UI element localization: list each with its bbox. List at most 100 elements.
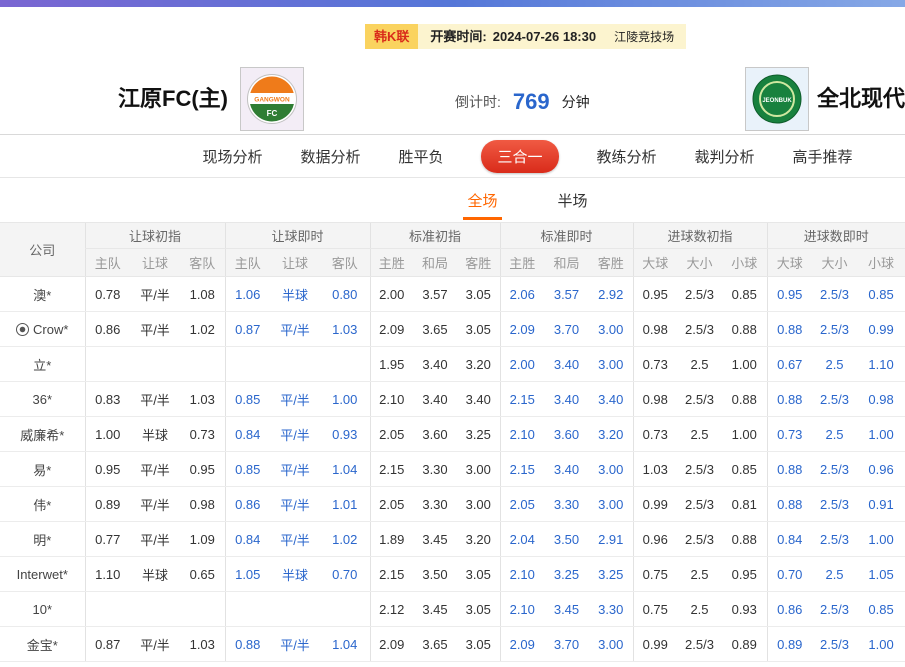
odds-cell: 2.10 <box>500 557 544 592</box>
odds-cell: 1.00 <box>722 417 767 452</box>
company-cell[interactable]: Interwet* <box>0 557 85 592</box>
odds-cell: 0.98 <box>180 487 225 522</box>
nav-tabs: 现场分析 数据分析 胜平负 三合一 教练分析 裁判分析 高手推荐 <box>0 135 905 178</box>
odds-cell: 3.25 <box>589 557 633 592</box>
company-cell[interactable]: 立* <box>0 347 85 382</box>
odds-cell: 2.5/3 <box>677 312 722 347</box>
odds-cell: 2.5/3 <box>677 487 722 522</box>
odds-cell: 0.85 <box>857 592 905 627</box>
odds-cell: 平/半 <box>270 382 320 417</box>
odds-cell: 3.00 <box>589 452 633 487</box>
col-header-2-2: 让球 <box>270 249 320 277</box>
odds-cell: 2.5/3 <box>677 627 722 662</box>
svg-text:FC: FC <box>267 109 278 118</box>
table-row: Crow*0.86平/半1.020.87平/半1.032.093.653.052… <box>0 312 905 347</box>
company-cell[interactable]: 金宝* <box>0 627 85 662</box>
company-cell[interactable]: 易* <box>0 452 85 487</box>
nav-tab-6[interactable]: 裁判分析 <box>695 146 755 167</box>
col-header-1-2: 让球 <box>130 249 180 277</box>
odds-cell: 0.88 <box>767 382 812 417</box>
odds-cell: 0.87 <box>225 312 270 347</box>
group-header-1: 让球初指 <box>85 223 225 249</box>
odds-cell: 2.5/3 <box>812 627 857 662</box>
company-cell[interactable]: 明* <box>0 522 85 557</box>
odds-cell: 0.85 <box>225 382 270 417</box>
odds-cell: 2.10 <box>500 592 544 627</box>
scope-tab-2[interactable]: 半场 <box>554 190 592 211</box>
company-cell[interactable]: 伟* <box>0 487 85 522</box>
odds-cell <box>270 592 320 627</box>
odds-cell: 平/半 <box>270 522 320 557</box>
odds-cell: 0.95 <box>767 277 812 312</box>
table-row: 威廉希*1.00半球0.730.84平/半0.932.053.603.252.1… <box>0 417 905 452</box>
nav-tab-5[interactable]: 教练分析 <box>597 146 657 167</box>
odds-cell: 0.95 <box>722 557 767 592</box>
countdown-label: 倒计时: <box>455 92 501 112</box>
odds-cell: 1.04 <box>320 627 370 662</box>
odds-cell: 0.70 <box>767 557 812 592</box>
odds-cell: 0.85 <box>722 277 767 312</box>
odds-cell: 3.50 <box>413 557 457 592</box>
odds-cell: 0.99 <box>857 312 905 347</box>
odds-cell: 3.57 <box>413 277 457 312</box>
odds-cell <box>270 347 320 382</box>
odds-cell: 1.03 <box>180 627 225 662</box>
company-cell[interactable]: 10* <box>0 592 85 627</box>
odds-cell: 2.5/3 <box>812 592 857 627</box>
odds-cell: 0.85 <box>857 277 905 312</box>
nav-tab-1[interactable]: 现场分析 <box>202 146 262 167</box>
odds-cell: 1.05 <box>857 557 905 592</box>
jeonbuk-crest-icon: JEONBUK <box>751 73 803 125</box>
nav-tab-7[interactable]: 高手推荐 <box>793 146 853 167</box>
odds-cell: 1.00 <box>857 417 905 452</box>
odds-cell: 2.15 <box>500 452 544 487</box>
odds-cell: 3.00 <box>457 452 500 487</box>
company-cell[interactable]: 威廉希* <box>0 417 85 452</box>
table-row: 36*0.83平/半1.030.85平/半1.002.103.403.402.1… <box>0 382 905 417</box>
svg-text:GANGWON: GANGWON <box>254 97 290 104</box>
nav-tab-2[interactable]: 数据分析 <box>300 146 360 167</box>
odds-cell: 0.88 <box>225 627 270 662</box>
odds-cell: 1.03 <box>633 452 677 487</box>
odds-cell: 3.30 <box>589 592 633 627</box>
odds-cell: 3.05 <box>457 557 500 592</box>
company-cell[interactable]: 36* <box>0 382 85 417</box>
scope-tab-1[interactable]: 全场 <box>463 190 501 211</box>
venue-name: 江陵竞技场 <box>614 31 674 43</box>
odds-cell: 0.98 <box>633 312 677 347</box>
odds-cell: 1.01 <box>320 487 370 522</box>
col-header-5-1: 大球 <box>633 249 677 277</box>
odds-cell: 平/半 <box>270 627 320 662</box>
nav-tab-3[interactable]: 胜平负 <box>398 146 443 167</box>
odds-cell: 平/半 <box>270 417 320 452</box>
odds-cell: 0.75 <box>633 592 677 627</box>
odds-cell: 半球 <box>130 417 180 452</box>
odds-cell: 平/半 <box>130 312 180 347</box>
league-badge[interactable]: 韩K联 <box>365 24 418 49</box>
odds-cell: 0.91 <box>857 487 905 522</box>
odds-cell: 2.09 <box>370 627 413 662</box>
match-info-strip: 韩K联 开赛时间: 2024-07-26 18:30 江陵竞技场 <box>365 24 686 49</box>
col-header-1-3: 客队 <box>180 249 225 277</box>
nav-tab-4[interactable]: 三合一 <box>481 140 558 173</box>
odds-cell: 3.45 <box>544 592 589 627</box>
group-header-4: 标准即时 <box>500 223 633 249</box>
table-row: 明*0.77平/半1.090.84平/半1.021.893.453.202.04… <box>0 522 905 557</box>
match-header: 韩K联 开赛时间: 2024-07-26 18:30 江陵竞技场 江原FC(主)… <box>0 7 905 135</box>
group-header-2: 让球即时 <box>225 223 370 249</box>
company-cell[interactable]: Crow* <box>0 312 85 347</box>
odds-cell: 3.00 <box>457 487 500 522</box>
odds-cell: 0.86 <box>225 487 270 522</box>
odds-cell: 2.5/3 <box>812 487 857 522</box>
odds-cell: 3.45 <box>413 592 457 627</box>
odds-cell: 0.95 <box>633 277 677 312</box>
odds-cell: 0.87 <box>85 627 130 662</box>
odds-cell: 2.5 <box>677 347 722 382</box>
kickoff-info: 开赛时间: 2024-07-26 18:30 江陵竞技场 <box>418 24 686 49</box>
odds-cell: 3.05 <box>457 627 500 662</box>
odds-cell: 0.86 <box>767 592 812 627</box>
col-header-5-3: 小球 <box>722 249 767 277</box>
company-cell[interactable]: 澳* <box>0 277 85 312</box>
odds-cell: 平/半 <box>130 487 180 522</box>
odds-cell: 1.02 <box>180 312 225 347</box>
